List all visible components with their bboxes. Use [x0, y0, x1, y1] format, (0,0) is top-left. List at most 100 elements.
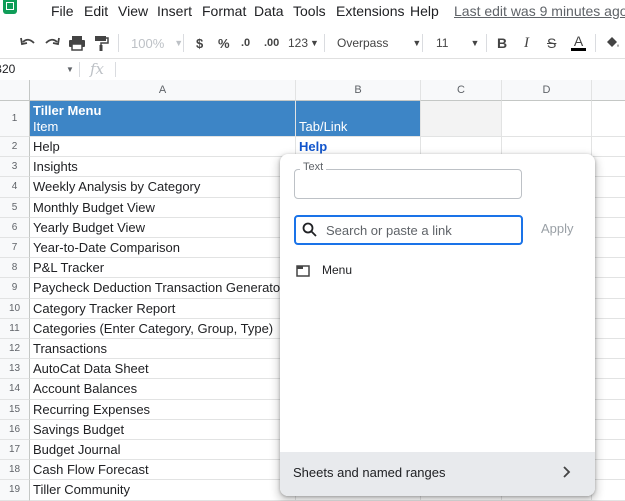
- row-header[interactable]: 7: [0, 238, 30, 259]
- row-header[interactable]: 8: [0, 258, 30, 279]
- column-header-a[interactable]: A: [30, 80, 296, 101]
- menu-tools[interactable]: Tools: [293, 3, 326, 19]
- row-header[interactable]: 2: [0, 137, 30, 158]
- row-header[interactable]: 6: [0, 217, 30, 238]
- row-header[interactable]: 15: [0, 399, 30, 420]
- row-header[interactable]: 3: [0, 157, 30, 178]
- cell-e13[interactable]: [592, 359, 625, 380]
- cell-a15[interactable]: Recurring Expenses: [30, 399, 296, 420]
- cell-b1[interactable]: Tab/Link: [296, 101, 421, 137]
- row-header[interactable]: 13: [0, 359, 30, 380]
- row-header[interactable]: 19: [0, 480, 30, 501]
- cell-a8[interactable]: P&L Tracker: [30, 258, 296, 279]
- row-header[interactable]: 4: [0, 177, 30, 198]
- select-all-corner[interactable]: [0, 80, 30, 101]
- row-header[interactable]: 16: [0, 419, 30, 440]
- cell-a3[interactable]: Insights: [30, 157, 296, 178]
- italic-button[interactable]: I: [524, 34, 529, 52]
- row-header[interactable]: 18: [0, 460, 30, 481]
- cell-d1[interactable]: [502, 101, 592, 137]
- row-header[interactable]: 9: [0, 278, 30, 299]
- decrease-decimal-button[interactable]: .0: [241, 34, 250, 52]
- cell-e18[interactable]: [592, 460, 625, 481]
- cell-e17[interactable]: [592, 440, 625, 461]
- cell-a13[interactable]: AutoCat Data Sheet: [30, 359, 296, 380]
- cell-a7[interactable]: Year-to-Date Comparison: [30, 238, 296, 259]
- cell-a18[interactable]: Cash Flow Forecast: [30, 460, 296, 481]
- cell-a1[interactable]: Tiller Menu Item: [30, 101, 296, 137]
- number-format-select[interactable]: 123 ▼: [288, 34, 319, 52]
- cell-a2[interactable]: Help: [30, 137, 296, 158]
- cell-e3[interactable]: [592, 157, 625, 178]
- cell-a5[interactable]: Monthly Budget View: [30, 197, 296, 218]
- link-text-input[interactable]: [303, 176, 512, 193]
- menu-edit[interactable]: Edit: [84, 3, 108, 19]
- cell-a10[interactable]: Category Tracker Report: [30, 298, 296, 319]
- sheets-and-named-ranges-button[interactable]: Sheets and named ranges: [280, 452, 595, 496]
- cell-e9[interactable]: [592, 278, 625, 299]
- cell-e11[interactable]: [592, 319, 625, 339]
- row-header[interactable]: 11: [0, 318, 30, 339]
- menu-extensions[interactable]: Extensions: [336, 3, 404, 19]
- cell-e8[interactable]: [592, 258, 625, 279]
- cell-a19[interactable]: Tiller Community: [30, 480, 296, 501]
- cell-e2[interactable]: [592, 137, 625, 158]
- text-color-button[interactable]: A: [571, 34, 586, 54]
- strikethrough-button[interactable]: S: [547, 34, 556, 52]
- link-search-input[interactable]: [324, 222, 518, 239]
- paint-format-icon[interactable]: [93, 34, 109, 52]
- cell-e6[interactable]: [592, 218, 625, 238]
- cell-e15[interactable]: [592, 400, 625, 420]
- menu-format[interactable]: Format: [202, 3, 246, 19]
- column-header-c[interactable]: C: [421, 80, 502, 101]
- column-header-b[interactable]: B: [296, 80, 421, 101]
- menu-view[interactable]: View: [118, 3, 148, 19]
- column-header-d[interactable]: D: [502, 80, 592, 101]
- undo-icon[interactable]: [19, 34, 37, 52]
- row-header[interactable]: 5: [0, 197, 30, 218]
- column-header-e[interactable]: [592, 80, 625, 101]
- cell-e14[interactable]: [592, 379, 625, 400]
- menu-file[interactable]: File: [51, 3, 74, 19]
- menu-data[interactable]: Data: [254, 3, 284, 19]
- fill-color-icon[interactable]: [604, 34, 620, 52]
- currency-format-button[interactable]: $: [196, 34, 203, 52]
- cell-a9[interactable]: Paycheck Deduction Transaction Generator: [30, 278, 296, 299]
- cell-e10[interactable]: [592, 299, 625, 319]
- cell-a4[interactable]: Weekly Analysis by Category: [30, 177, 296, 198]
- cell-a14[interactable]: Account Balances: [30, 379, 296, 400]
- zoom-select[interactable]: 100% ▼: [131, 34, 183, 52]
- bold-button[interactable]: B: [497, 34, 507, 52]
- link-search-field[interactable]: [294, 215, 523, 245]
- font-select[interactable]: Overpass ▼: [337, 34, 421, 52]
- cell-e4[interactable]: [592, 177, 625, 198]
- row-header[interactable]: 14: [0, 379, 30, 400]
- cell-c1[interactable]: [421, 101, 502, 137]
- cell-e12[interactable]: [592, 339, 625, 360]
- font-size-select[interactable]: 11 ▼: [436, 34, 479, 52]
- increase-decimal-button[interactable]: .00: [264, 34, 279, 52]
- apply-button[interactable]: Apply: [541, 221, 574, 236]
- cell-a11[interactable]: Categories (Enter Category, Group, Type): [30, 318, 296, 339]
- row-header[interactable]: 10: [0, 298, 30, 319]
- cell-e1[interactable]: [592, 101, 625, 137]
- row-header[interactable]: 12: [0, 339, 30, 360]
- cell-e16[interactable]: [592, 420, 625, 440]
- last-edit-link[interactable]: Last edit was 9 minutes ago: [454, 3, 625, 19]
- link-text-field[interactable]: [294, 169, 522, 199]
- redo-icon[interactable]: [43, 34, 61, 52]
- print-icon[interactable]: [68, 34, 86, 52]
- menu-insert[interactable]: Insert: [157, 3, 192, 19]
- cell-a17[interactable]: Budget Journal: [30, 440, 296, 461]
- cell-e7[interactable]: [592, 238, 625, 259]
- cell-e19[interactable]: [592, 480, 625, 501]
- cell-a6[interactable]: Yearly Budget View: [30, 217, 296, 238]
- link-suggestion-menu[interactable]: Menu: [294, 260, 584, 282]
- name-box[interactable]: B20 ▼: [0, 59, 78, 80]
- menu-help[interactable]: Help: [410, 3, 439, 19]
- row-header[interactable]: 1: [0, 101, 30, 137]
- row-header[interactable]: 17: [0, 440, 30, 461]
- cell-a12[interactable]: Transactions: [30, 339, 296, 360]
- cell-a16[interactable]: Savings Budget: [30, 419, 296, 440]
- percent-format-button[interactable]: %: [218, 34, 230, 52]
